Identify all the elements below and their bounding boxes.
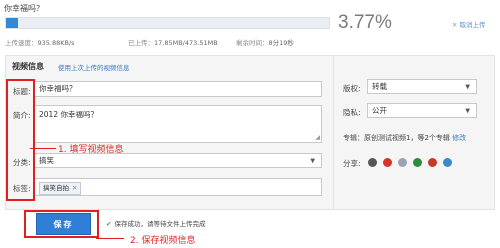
category-select[interactable]: 搞笑 ▼ xyxy=(34,153,322,168)
chevron-down-icon: ▼ xyxy=(310,157,315,164)
category-value: 搞笑 xyxy=(39,156,54,165)
upload-speed-label: 上传速度： xyxy=(5,39,38,47)
remaining-time-label: 剩余时间： xyxy=(236,39,269,47)
file-title: 你幸福吗？ xyxy=(4,4,44,13)
annotation-save-info: 2. 保存视频信息 xyxy=(130,236,196,246)
privacy-label: 隐私: xyxy=(343,108,361,117)
privacy-value: 公开 xyxy=(372,106,387,115)
chevron-down-icon: ▼ xyxy=(465,107,470,114)
column-divider xyxy=(333,56,334,210)
remaining-time: 剩余时间：8分19秒 xyxy=(236,37,294,47)
upload-progress-bar xyxy=(5,17,330,29)
album-edit-link[interactable]: 修改 xyxy=(452,134,466,142)
album-info: 专辑：原创测试视频1，等2个专辑 修改 xyxy=(343,133,466,143)
qzone-icon[interactable] xyxy=(398,158,407,167)
share-icons xyxy=(368,158,452,167)
check-icon: ✔ xyxy=(106,220,112,228)
copyright-select[interactable]: 转载 ▼ xyxy=(367,79,477,94)
tag-label: 搞笑自拍 xyxy=(43,184,69,192)
cancel-upload-link[interactable]: ✕ 取消上传 xyxy=(452,19,485,29)
weibo-icon[interactable] xyxy=(383,158,392,167)
uploaded-size-label: 已上传： xyxy=(128,39,154,47)
annotation-line-save xyxy=(96,238,124,239)
album-text: 原创测试视频1，等2个专辑 xyxy=(364,134,450,142)
remaining-time-value: 8分19秒 xyxy=(268,39,294,47)
douban-icon[interactable] xyxy=(413,158,422,167)
save-button[interactable]: 保存 xyxy=(36,213,91,235)
chevron-down-icon: ▼ xyxy=(465,83,470,90)
annotation-fill-info: 1. 填写视频信息 xyxy=(58,145,124,155)
share-label: 分享: xyxy=(343,159,361,168)
uploaded-size: 已上传：17.85MB/473.51MB xyxy=(128,37,218,47)
tags-input[interactable]: 搞笑自拍 ✕ xyxy=(34,178,322,196)
upload-percent: 3.77% xyxy=(338,12,392,33)
reuse-last-info-link[interactable]: 使用上次上传的视频信息 xyxy=(58,62,130,72)
annotation-frame-fields xyxy=(6,79,35,201)
privacy-select[interactable]: 公开 ▼ xyxy=(367,103,477,118)
section-title: 视频信息 xyxy=(12,62,44,71)
title-input[interactable]: 你幸福吗？ xyxy=(34,81,322,97)
uploaded-size-value: 17.85MB/473.51MB xyxy=(154,39,218,47)
success-text: 保存成功，请等待文件上传完成 xyxy=(114,220,206,228)
resize-handle-icon[interactable]: ◢ xyxy=(315,134,320,141)
kaixin-icon[interactable] xyxy=(428,158,437,167)
tencent-weibo-icon[interactable] xyxy=(443,158,452,167)
remove-tag-icon[interactable]: ✕ xyxy=(72,184,77,192)
upload-progress-fill xyxy=(6,18,19,28)
renren-icon[interactable] xyxy=(368,158,377,167)
intro-text: 2012 你幸福吗？ xyxy=(39,110,98,119)
album-label: 专辑： xyxy=(343,134,364,142)
upload-speed: 上传速度：935.88KB/s xyxy=(5,37,75,47)
cancel-upload-label: 取消上传 xyxy=(459,21,486,29)
save-success-message: ✔ 保存成功，请等待文件上传完成 xyxy=(106,218,205,228)
upload-speed-value: 935.88KB/s xyxy=(37,39,75,47)
close-icon: ✕ xyxy=(452,21,458,29)
annotation-line xyxy=(30,148,56,149)
tag-chip: 搞笑自拍 ✕ xyxy=(39,182,82,195)
copyright-label: 版权: xyxy=(343,84,361,93)
intro-textarea[interactable]: 2012 你幸福吗？ ◢ xyxy=(34,105,322,143)
copyright-value: 转载 xyxy=(372,82,387,91)
